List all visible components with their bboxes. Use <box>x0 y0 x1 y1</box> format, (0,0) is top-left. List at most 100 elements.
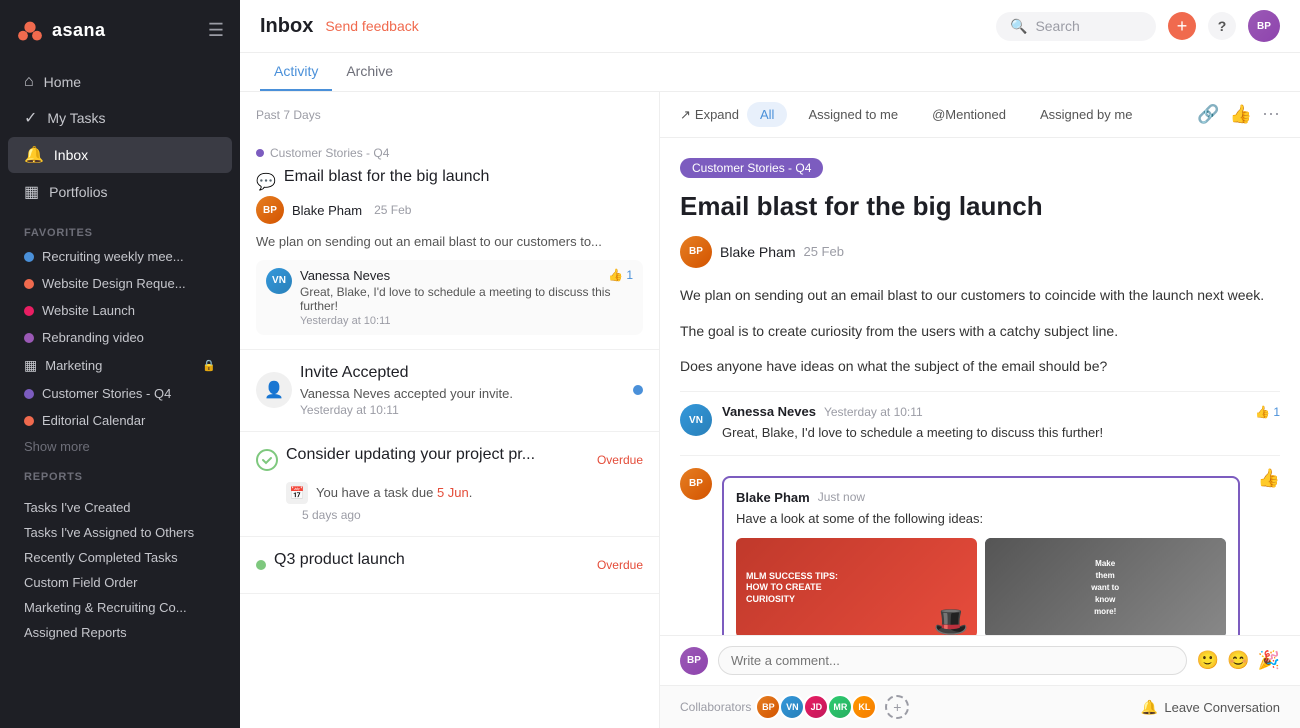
detail-author-avatar: BP <box>680 236 712 268</box>
favorite-dot <box>24 279 34 289</box>
q3-row: Q3 product launch Overdue <box>256 551 643 579</box>
sidebar-item-inbox[interactable]: 🔔 Inbox <box>8 137 232 173</box>
sidebar-favorite-marketing[interactable]: ▦ Marketing 🔒 <box>8 352 232 379</box>
sidebar-nav-my-tasks-label: My Tasks <box>47 110 105 126</box>
favorite-label: Website Launch <box>42 303 135 318</box>
collaborators-label: Collaborators <box>680 700 751 714</box>
comment-blake: BP Blake Pham Just now Have a look at so… <box>680 455 1280 635</box>
tabs-bar: Activity Archive <box>240 53 1300 92</box>
report-item-recently-completed[interactable]: Recently Completed Tasks <box>0 545 240 570</box>
filter-buttons: ↗ Expand All Assigned to me @Mentioned A… <box>680 102 1145 127</box>
filter-mentioned-button[interactable]: @Mentioned <box>919 102 1019 127</box>
person-icon: 👤 <box>256 372 292 408</box>
activity-author: Blake Pham <box>292 203 362 218</box>
report-item-tasks-assigned[interactable]: Tasks I've Assigned to Others <box>0 520 240 545</box>
show-more-button[interactable]: Show more <box>0 434 240 459</box>
asana-logo[interactable]: asana <box>16 16 106 44</box>
project-name: Customer Stories - Q4 <box>270 146 389 160</box>
activity-item-invite[interactable]: 👤 Invite Accepted Vanessa Neves accepted… <box>240 350 659 432</box>
woman-background: Makethemwant toknowmore! <box>985 538 1226 635</box>
overdue-badge: Overdue <box>597 453 643 467</box>
comment-header-vanessa: Vanessa Neves Yesterday at 10:11 👍 1 <box>722 404 1280 419</box>
emoji-smiley-button[interactable]: 🙂 <box>1197 650 1219 671</box>
report-item-tasks-created[interactable]: Tasks I've Created <box>0 495 240 520</box>
user-avatar[interactable]: BP <box>1248 10 1280 42</box>
sidebar-favorite-editorial[interactable]: Editorial Calendar <box>8 408 232 433</box>
home-icon: ⌂ <box>24 73 34 91</box>
favorite-dot <box>24 306 34 316</box>
invite-title: Invite Accepted <box>300 364 513 382</box>
reply-content: Vanessa Neves 👍 1 Great, Blake, I'd love… <box>300 268 633 327</box>
leave-conversation-button[interactable]: 🔔 Leave Conversation <box>1141 699 1280 716</box>
report-item-assigned-reports[interactable]: Assigned Reports <box>0 620 240 645</box>
current-user-avatar: BP <box>680 647 708 675</box>
tab-archive[interactable]: Archive <box>332 53 407 91</box>
comment-bubble-icon: 💬 <box>256 172 276 192</box>
favorite-label: Website Design Reque... <box>42 276 186 291</box>
mlm-figure: 🎩 <box>934 605 969 635</box>
sidebar-favorite-website-launch[interactable]: Website Launch <box>8 298 232 323</box>
expand-label: Expand <box>695 107 739 122</box>
reply-time: Yesterday at 10:11 <box>300 315 633 327</box>
expand-button[interactable]: ↗ Expand <box>680 107 739 123</box>
emoji-celebrate-button[interactable]: 🎉 <box>1258 650 1280 671</box>
lock-icon: 🔒 <box>202 359 216 372</box>
favorites-section-title: Favorites <box>0 215 240 243</box>
activity-body: We plan on sending out an email blast to… <box>256 232 643 252</box>
sidebar-favorite-website-design[interactable]: Website Design Reque... <box>8 271 232 296</box>
sidebar-item-my-tasks[interactable]: ✓ My Tasks <box>8 100 232 136</box>
sidebar-favorite-customer-stories[interactable]: Customer Stories - Q4 <box>8 381 232 406</box>
sidebar-favorite-recruiting[interactable]: Recruiting weekly mee... <box>8 244 232 269</box>
sidebar-nav-portfolios-label: Portfolios <box>49 184 107 200</box>
reply-header: Vanessa Neves 👍 1 <box>300 268 633 283</box>
activity-item-q3[interactable]: Q3 product launch Overdue <box>240 537 659 594</box>
comment-with-images-block: Blake Pham Just now Have a look at some … <box>722 476 1240 635</box>
collab-avatar-5: KL <box>851 694 877 720</box>
comment-vanessa: VN Vanessa Neves Yesterday at 10:11 👍 1 … <box>680 391 1280 455</box>
report-item-marketing-recruiting[interactable]: Marketing & Recruiting Co... <box>0 595 240 620</box>
add-collaborator-button[interactable]: + <box>885 695 909 719</box>
chart-icon: ▦ <box>24 182 39 202</box>
sidebar-item-home[interactable]: ⌂ Home <box>8 65 232 99</box>
page-title: Inbox <box>260 15 313 38</box>
filter-assigned-by-me-button[interactable]: Assigned by me <box>1027 102 1146 127</box>
activity-item-update-project[interactable]: Consider updating your project pr... Ove… <box>240 432 659 537</box>
comment-time-vanessa: Yesterday at 10:11 <box>824 405 923 419</box>
detail-panel: ↗ Expand All Assigned to me @Mentioned A… <box>660 92 1300 728</box>
comment-input[interactable] <box>718 646 1187 675</box>
sidebar-nav: ⌂ Home ✓ My Tasks 🔔 Inbox ▦ Portfolios <box>0 60 240 215</box>
sidebar-item-portfolios[interactable]: ▦ Portfolios <box>8 174 232 210</box>
link-icon[interactable]: 🔗 <box>1197 104 1219 125</box>
more-options-button[interactable]: ⋯ <box>1262 104 1280 125</box>
comment-time-blake: Just now <box>818 490 865 504</box>
invite-time: Yesterday at 10:11 <box>300 403 513 417</box>
tab-activity[interactable]: Activity <box>260 53 332 91</box>
activity-item-email-blast[interactable]: Customer Stories - Q4 💬 Email blast for … <box>240 132 659 350</box>
q3-title: Q3 product launch <box>274 551 405 569</box>
add-button[interactable]: + <box>1168 12 1196 40</box>
comment-text-vanessa: Great, Blake, I'd love to schedule a mee… <box>722 423 1280 443</box>
filter-all-button[interactable]: All <box>747 102 787 127</box>
unread-dot <box>633 385 643 395</box>
help-button[interactable]: ? <box>1208 12 1236 40</box>
emoji-happy-button[interactable]: 😊 <box>1227 650 1249 671</box>
favorite-dot <box>24 416 34 426</box>
detail-title: Email blast for the big launch <box>680 190 1280 224</box>
project-tag: Customer Stories - Q4 <box>680 158 823 178</box>
thumbs-up-icon[interactable]: 👍 <box>1230 104 1252 125</box>
activity-title-row: 💬 Email blast for the big launch <box>256 168 643 196</box>
sidebar-favorite-rebranding[interactable]: Rebranding video <box>8 325 232 350</box>
favorite-label: Customer Stories - Q4 <box>42 386 171 401</box>
search-box[interactable]: 🔍 Search <box>996 12 1156 41</box>
comment-like-button[interactable]: 👍 <box>1258 468 1280 489</box>
emoji-buttons: 🙂 😊 🎉 <box>1197 650 1280 671</box>
sidebar-collapse-button[interactable]: ☰ <box>208 20 224 41</box>
filter-assigned-to-me-button[interactable]: Assigned to me <box>795 102 911 127</box>
report-item-custom-field[interactable]: Custom Field Order <box>0 570 240 595</box>
q3-dot <box>256 560 266 570</box>
comment-header-blake: Blake Pham Just now <box>736 490 1226 505</box>
invite-row: 👤 Invite Accepted Vanessa Neves accepted… <box>256 364 643 417</box>
activity-item-header: Customer Stories - Q4 <box>256 146 643 160</box>
check-circle-icon <box>256 449 278 471</box>
send-feedback-link[interactable]: Send feedback <box>325 18 418 34</box>
